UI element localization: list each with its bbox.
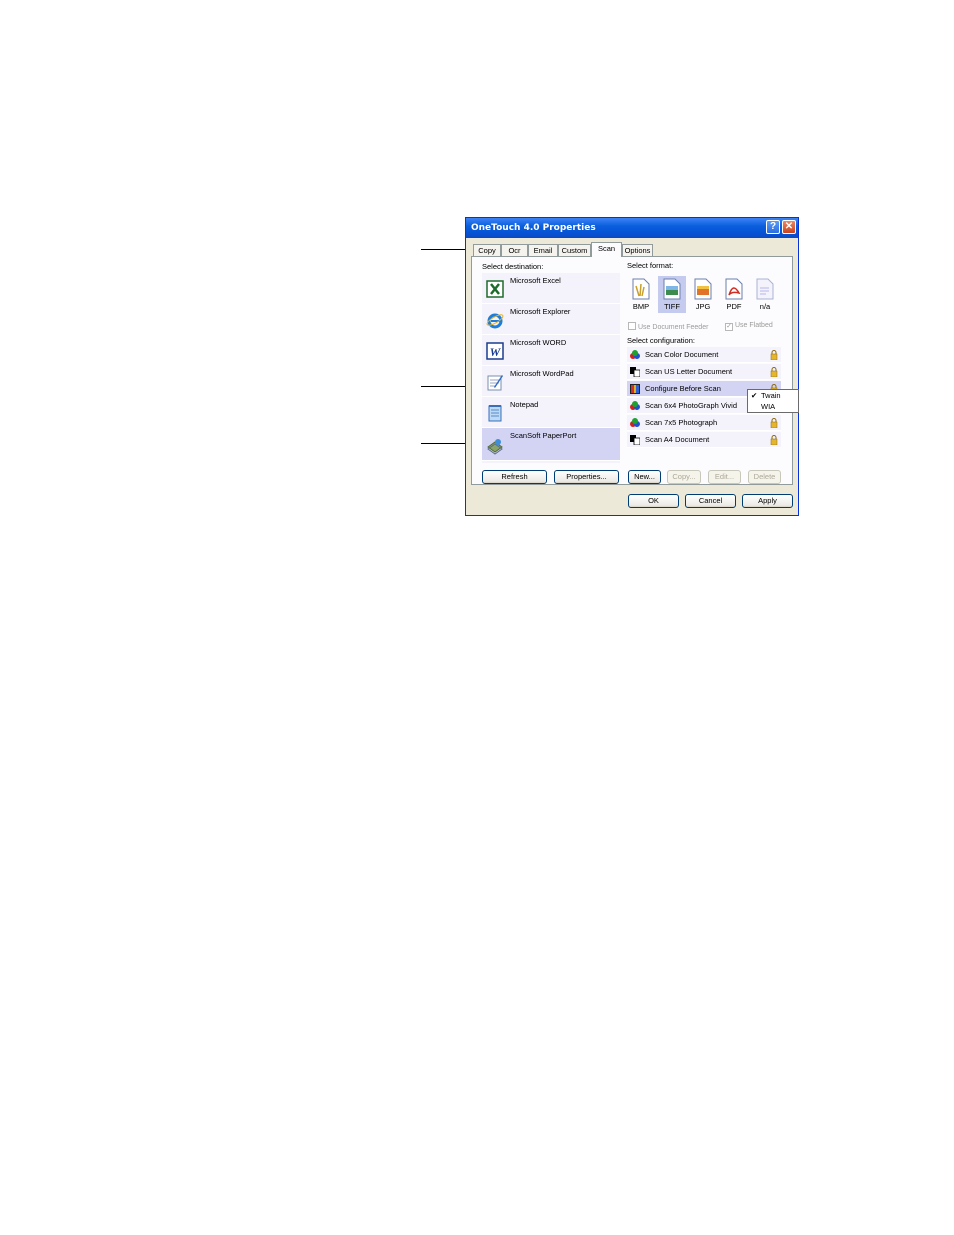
- lock-icon[interactable]: [770, 435, 778, 445]
- wordpad-icon: [487, 375, 503, 391]
- blank-document-icon: [756, 278, 774, 300]
- flatbed-check-icon: ✓: [725, 323, 733, 331]
- configure-scan-icon: [630, 384, 640, 394]
- pdf-icon: [725, 278, 743, 300]
- format-jpg[interactable]: JPG: [689, 276, 717, 313]
- config-item-us-letter[interactable]: Scan US Letter Document: [627, 364, 781, 380]
- popup-item-twain[interactable]: Twain: [761, 391, 781, 400]
- destination-item-excel[interactable]: Microsoft Excel: [482, 273, 620, 304]
- destination-label-explorer: Microsoft Explorer: [510, 307, 571, 316]
- color-scan-icon: [630, 350, 640, 359]
- destination-item-explorer[interactable]: Microsoft Explorer: [482, 304, 620, 335]
- format-label-pdf: PDF: [726, 302, 742, 311]
- help-button[interactable]: ?: [766, 220, 780, 234]
- tab-copy[interactable]: Copy: [473, 244, 501, 256]
- word-icon: W: [486, 342, 504, 360]
- delete-button[interactable]: Delete: [748, 470, 781, 484]
- color-scan-icon: [630, 401, 640, 410]
- destination-label-word: Microsoft WORD: [510, 338, 567, 347]
- tab-scan[interactable]: Scan: [591, 242, 622, 257]
- popup-item-wia[interactable]: WIA: [761, 402, 775, 411]
- format-label-tiff: TIFF: [664, 302, 680, 311]
- properties-button[interactable]: Properties...: [554, 470, 619, 484]
- document-feeder-label: Use Document Feeder: [638, 324, 709, 331]
- format-label-na: n/a: [759, 302, 771, 311]
- format-pdf[interactable]: PDF: [720, 276, 748, 313]
- config-label: Scan Color Document: [645, 350, 719, 359]
- destination-label: Select destination:: [482, 262, 544, 271]
- copy-button[interactable]: Copy...: [667, 470, 701, 484]
- tiff-icon: [663, 278, 681, 300]
- destination-label-paperport: ScanSoft PaperPort: [510, 431, 577, 440]
- edit-button[interactable]: Edit...: [708, 470, 741, 484]
- format-label: Select format:: [627, 261, 674, 270]
- destination-list: Microsoft Excel Microsoft Explorer W Mic…: [482, 273, 620, 463]
- config-item-7x5-photograph[interactable]: Scan 7x5 Photograph: [627, 415, 781, 431]
- config-label: Scan A4 Document: [645, 435, 710, 444]
- jpg-icon: [694, 278, 712, 300]
- document-feeder-box: [628, 322, 636, 330]
- format-na[interactable]: n/a: [751, 276, 779, 313]
- title-bar[interactable]: OneTouch 4.0 Properties ? ✕: [466, 218, 798, 238]
- destination-item-paperport[interactable]: ScanSoft PaperPort: [482, 428, 620, 461]
- destination-item-notepad[interactable]: Notepad: [482, 397, 620, 428]
- tab-options[interactable]: Options: [622, 244, 653, 256]
- lock-icon[interactable]: [770, 418, 778, 428]
- notepad-icon: [488, 405, 502, 422]
- format-bmp[interactable]: BMP: [627, 276, 655, 313]
- bw-scan-icon: [630, 435, 640, 445]
- config-item-color-document[interactable]: Scan Color Document: [627, 347, 781, 363]
- config-label: Scan 7x5 Photograph: [645, 418, 718, 427]
- color-scan-icon: [630, 418, 640, 427]
- svg-text:W: W: [490, 345, 502, 359]
- destination-label-notepad: Notepad: [510, 400, 539, 409]
- destination-item-wordpad[interactable]: Microsoft WordPad: [482, 366, 620, 397]
- explorer-icon: [486, 313, 504, 329]
- format-tiff[interactable]: TIFF: [658, 276, 686, 313]
- apply-button[interactable]: Apply: [742, 494, 793, 508]
- config-label: Scan US Letter Document: [645, 367, 733, 376]
- tab-custom[interactable]: Custom: [558, 244, 591, 256]
- paperport-icon: [487, 439, 503, 455]
- format-label-jpg: JPG: [695, 302, 711, 311]
- lock-icon[interactable]: [770, 367, 778, 377]
- close-button[interactable]: ✕: [782, 220, 796, 234]
- flatbed-checkbox[interactable]: ✓ Use Flatbed: [725, 322, 773, 331]
- destination-label-excel: Microsoft Excel: [510, 276, 561, 285]
- cancel-button[interactable]: Cancel: [685, 494, 736, 508]
- window-title: OneTouch 4.0 Properties: [471, 223, 596, 233]
- bmp-icon: [632, 278, 650, 300]
- bw-scan-icon: [630, 367, 640, 377]
- destination-item-word[interactable]: W Microsoft WORD: [482, 335, 620, 366]
- driver-popup-menu: ✔ Twain WIA: [747, 389, 799, 413]
- config-item-a4-document[interactable]: Scan A4 Document: [627, 432, 781, 448]
- tab-ocr[interactable]: Ocr: [501, 244, 528, 256]
- scan-tab-panel: Select destination: Microsoft Excel Micr…: [471, 256, 793, 485]
- tab-email[interactable]: Email: [528, 244, 558, 256]
- properties-window: OneTouch 4.0 Properties ? ✕ Copy Ocr Ema…: [465, 217, 799, 516]
- refresh-button[interactable]: Refresh: [482, 470, 547, 484]
- configuration-label: Select configuration:: [627, 336, 695, 345]
- flatbed-label: Use Flatbed: [735, 322, 773, 329]
- format-label-bmp: BMP: [632, 302, 650, 311]
- config-label: Configure Before Scan: [645, 384, 721, 393]
- config-label: Scan 6x4 PhotoGraph Vivid: [645, 401, 738, 410]
- new-button[interactable]: New...: [628, 470, 661, 484]
- document-feeder-checkbox[interactable]: Use Document Feeder: [628, 322, 708, 331]
- excel-icon: [486, 280, 504, 298]
- ok-button[interactable]: OK: [628, 494, 679, 508]
- check-icon: ✔: [751, 391, 758, 400]
- destination-label-wordpad: Microsoft WordPad: [510, 369, 574, 378]
- close-icon: ✕: [784, 221, 794, 232]
- lock-icon[interactable]: [770, 350, 778, 360]
